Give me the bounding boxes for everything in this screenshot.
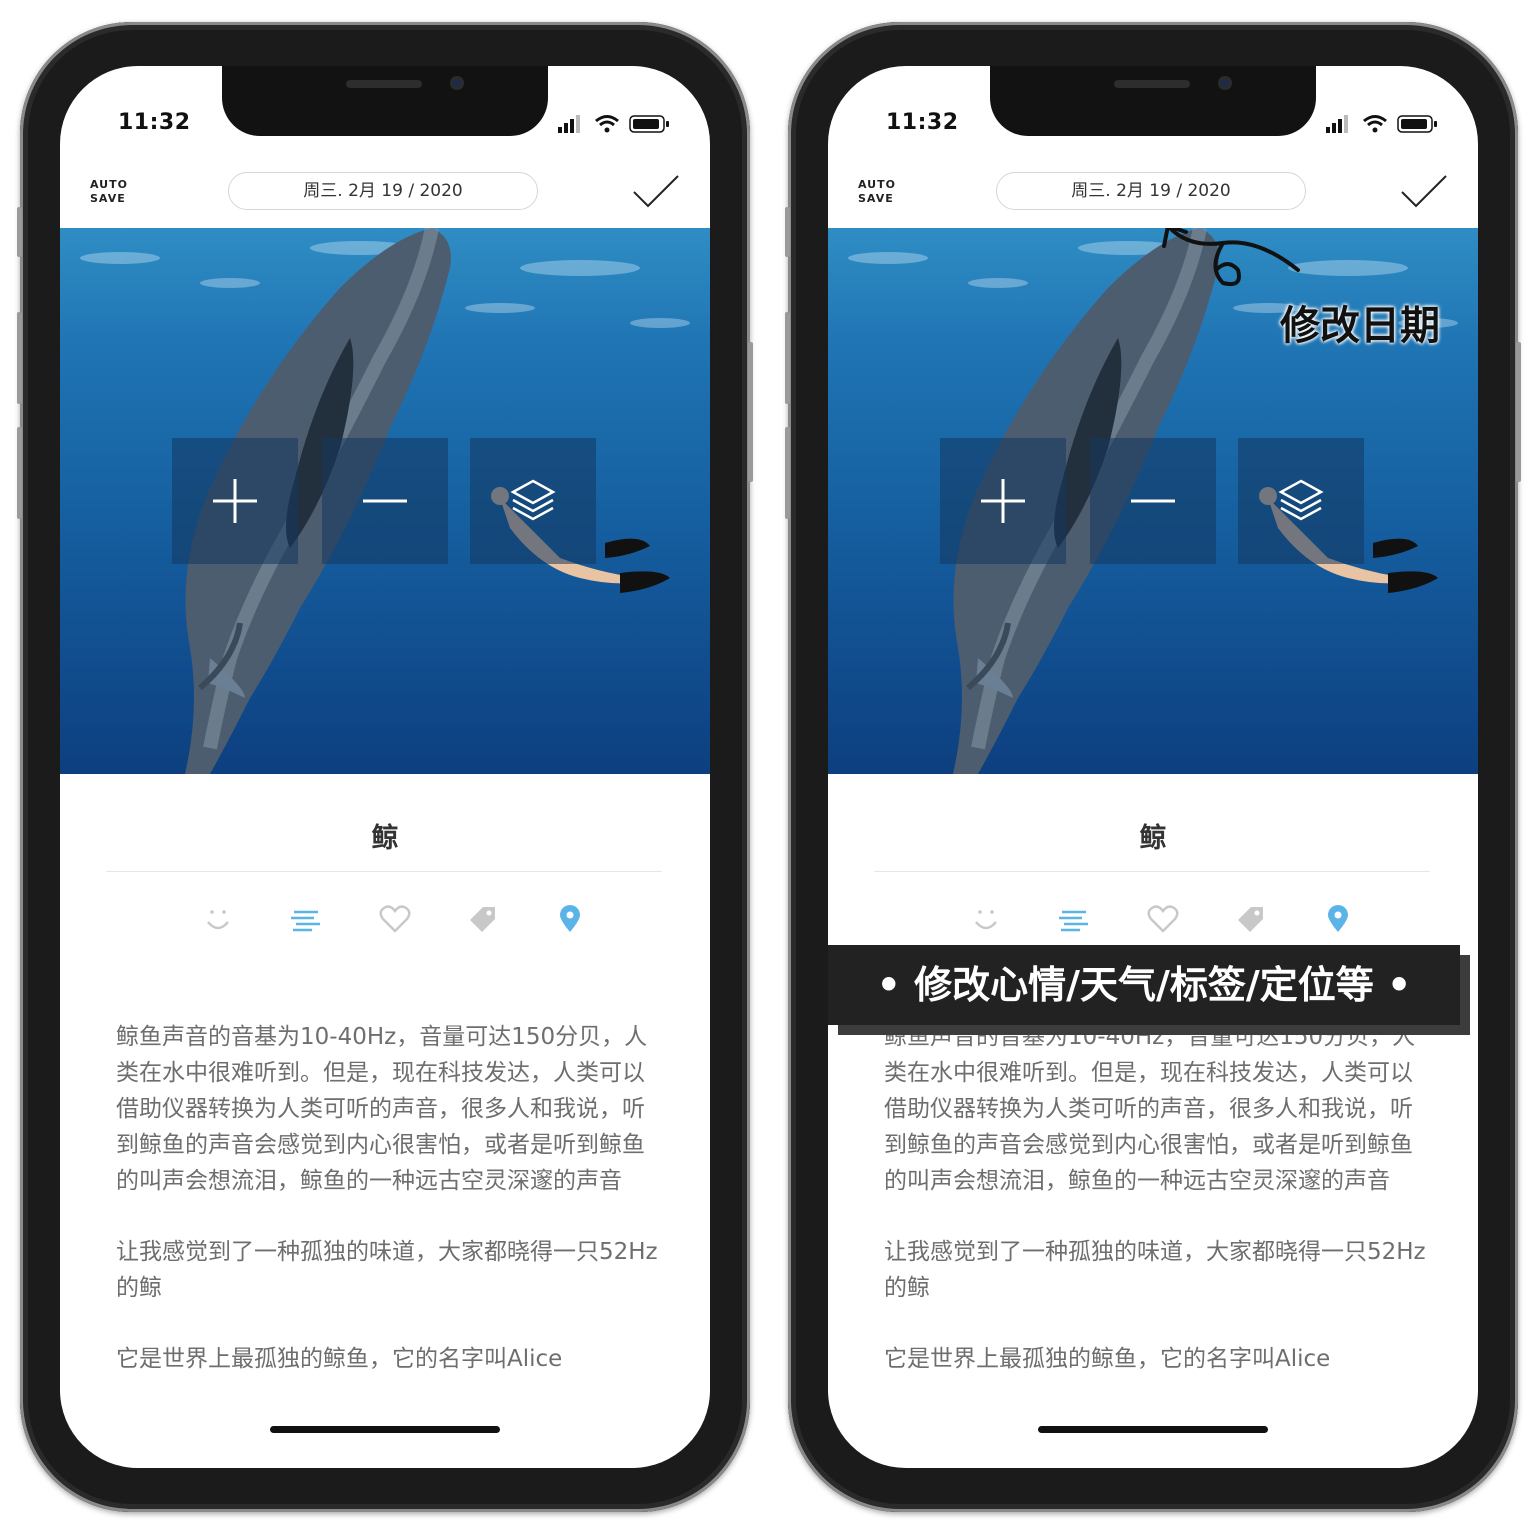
layers-icon [510,479,556,521]
battery-icon [629,115,669,133]
heart-icon[interactable] [1147,904,1179,938]
status-icons [1326,115,1437,133]
layers-button[interactable] [1238,438,1364,564]
front-camera [450,76,464,90]
entry-body[interactable]: 鲸鱼声音的音基为10-40Hz，音量可达150分贝，人类在水中很难听到。但是，现… [116,1019,661,1412]
volume-up-button [17,312,22,404]
autosave-badge: AUTO SAVE [858,178,896,206]
volume-down-button [785,427,790,519]
phone-left: 11:32 AUTO SAVE 周三. 2月 19 / 2020 鲸 鲸鱼声音的… [17,22,753,1512]
home-indicator[interactable] [270,1426,500,1433]
entry-title[interactable]: 鲸 [828,816,1478,855]
autosave-top: AUTO [90,178,128,191]
title-divider [874,871,1430,872]
title-divider [106,871,662,872]
cover-photo[interactable] [60,228,710,774]
status-time: 11:32 [886,110,959,135]
layers-button[interactable] [470,438,596,564]
screen: 11:32 AUTO SAVE 周三. 2月 19 [828,66,1478,1468]
date-picker[interactable]: 周三. 2月 19 / 2020 [228,172,538,210]
front-camera [1218,76,1232,90]
volume-down-button [17,427,22,519]
weather-icon[interactable] [1058,904,1090,938]
status-icons [558,115,669,133]
layers-icon [1278,479,1324,521]
minus-icon [1131,499,1175,503]
annotation-date-hint: 修改日期 [1280,303,1440,349]
add-photo-button[interactable] [940,438,1066,564]
smile-icon[interactable] [971,904,1001,938]
notch [990,66,1316,136]
remove-photo-button[interactable] [1090,438,1216,564]
mute-switch [785,207,790,257]
paragraph: 鲸鱼声音的音基为10-40Hz，音量可达150分贝，人类在水中很难听到。但是，现… [884,1024,1416,1194]
status-time: 11:32 [118,110,191,135]
signal-icon [558,115,580,133]
speaker [1114,80,1190,88]
smile-icon[interactable] [203,904,233,938]
autosave-badge: AUTO SAVE [90,178,128,206]
phone-right: 11:32 AUTO SAVE 周三. 2月 19 / 2020 修改日期 鲸 … [785,22,1521,1512]
annotation-toolbar-hint: • 修改心情/天气/标签/定位等 • [828,945,1460,1025]
remove-photo-button[interactable] [322,438,448,564]
wifi-icon [1363,115,1387,133]
minus-icon [363,499,407,503]
notch [222,66,548,136]
check-icon[interactable] [632,174,680,210]
tag-icon[interactable] [468,904,498,938]
paragraph: 让我感觉到了一种孤独的味道，大家都晓得一只52Hz的鲸 [884,1239,1426,1301]
date-picker[interactable]: 周三. 2月 19 / 2020 [996,172,1306,210]
entry-toolbar [60,904,710,938]
check-icon[interactable] [1400,174,1448,210]
add-photo-button[interactable] [172,438,298,564]
battery-icon [1397,115,1437,133]
entry-body[interactable]: 鲸鱼声音的音基为10-40Hz，音量可达150分贝，人类在水中很难听到。但是，现… [884,1019,1429,1412]
screen: 11:32 AUTO SAVE 周三. 2月 19 [60,66,710,1468]
entry-title[interactable]: 鲸 [60,816,710,855]
autosave-bottom: SAVE [858,192,894,205]
wifi-icon [595,115,619,133]
paragraph: 它是世界上最孤独的鲸鱼，它的名字叫Alice [116,1346,563,1372]
weather-icon[interactable] [290,904,322,938]
tag-icon[interactable] [1236,904,1266,938]
paragraph: 它是世界上最孤独的鲸鱼，它的名字叫Alice [884,1346,1331,1372]
plus-icon [213,479,257,523]
volume-up-button [785,312,790,404]
home-indicator[interactable] [1038,1426,1268,1433]
autosave-bottom: SAVE [90,192,126,205]
heart-icon[interactable] [379,904,411,938]
power-button [748,342,753,482]
speaker [346,80,422,88]
plus-icon [981,479,1025,523]
paragraph: 鲸鱼声音的音基为10-40Hz，音量可达150分贝，人类在水中很难听到。但是，现… [116,1024,648,1194]
autosave-top: AUTO [858,178,896,191]
paragraph: 让我感觉到了一种孤独的味道，大家都晓得一只52Hz的鲸 [116,1239,658,1301]
location-pin-icon[interactable] [1326,904,1350,938]
entry-toolbar [828,904,1478,938]
power-button [1516,342,1521,482]
mute-switch [17,207,22,257]
signal-icon [1326,115,1348,133]
location-pin-icon[interactable] [558,904,582,938]
